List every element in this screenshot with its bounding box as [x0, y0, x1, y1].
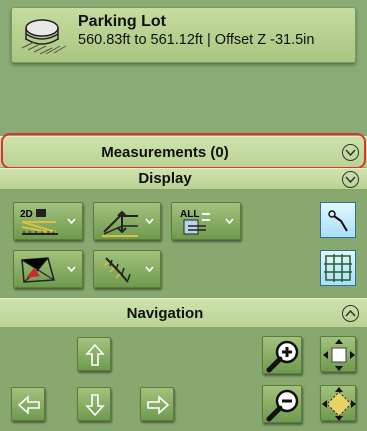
- layer-card[interactable]: Parking Lot 560.83ft to 561.12ft | Offse…: [11, 7, 356, 63]
- arrow-left-icon: [17, 395, 40, 415]
- arrow-down-icon: [85, 394, 105, 417]
- dropdown-caret-icon: [67, 266, 76, 272]
- zoom-out-icon: [266, 389, 299, 422]
- breakline-icon: [103, 257, 131, 283]
- rotate-view-button[interactable]: [320, 385, 356, 421]
- 2d-linework-tool-button[interactable]: 2D: [13, 202, 83, 240]
- navigation-section-header[interactable]: Navigation: [0, 298, 367, 328]
- fit-extents-button[interactable]: [320, 336, 356, 372]
- chevron-up-icon[interactable]: [342, 305, 359, 322]
- grid-icon: [324, 254, 352, 282]
- navigation-panel: [0, 329, 367, 431]
- breakline-tool-button[interactable]: [93, 250, 161, 288]
- display-title: Display: [138, 170, 192, 187]
- surface-layers-icon: [21, 19, 67, 55]
- dropdown-caret-icon: [225, 218, 234, 224]
- icon-2d-label: 2D: [20, 209, 33, 220]
- pin-measure-icon: [328, 210, 348, 232]
- 2d-linework-icon: 2D: [20, 209, 58, 235]
- chevron-down-icon[interactable]: [342, 144, 359, 161]
- display-section-header[interactable]: Display: [0, 168, 367, 190]
- arrow-right-icon: [147, 395, 170, 415]
- zoom-out-button[interactable]: [262, 385, 302, 423]
- zoom-in-icon: [266, 340, 299, 373]
- navigation-title: Navigation: [126, 305, 204, 322]
- icon-all-label: ALL: [180, 209, 199, 220]
- measurements-title: Measurements (0): [101, 144, 229, 161]
- layer-elevation-range: 560.83ft to 561.12ft | Offset Z -31.5in: [78, 32, 315, 48]
- triangle-mesh-tool-button[interactable]: [13, 250, 83, 288]
- dropdown-caret-icon: [145, 218, 154, 224]
- all-layers-icon: ALL: [180, 209, 210, 235]
- pin-measure-toggle[interactable]: [320, 202, 356, 238]
- elevation-offset-tool-button[interactable]: [93, 202, 161, 240]
- dropdown-caret-icon: [145, 266, 154, 272]
- dropdown-caret-icon: [67, 218, 76, 224]
- display-panel: 2D ALL: [0, 191, 367, 297]
- elevation-offset-icon: [102, 210, 138, 237]
- layer-panel: Parking Lot 560.83ft to 561.12ft | Offse…: [0, 0, 367, 134]
- pan-left-button[interactable]: [11, 387, 45, 421]
- arrow-up-icon: [85, 343, 105, 366]
- triangle-mesh-icon: [21, 257, 55, 283]
- pan-right-button[interactable]: [140, 387, 174, 421]
- rotate-view-icon: [322, 387, 356, 421]
- grid-toggle[interactable]: [320, 250, 356, 286]
- chevron-down-icon[interactable]: [342, 171, 359, 188]
- pan-down-button[interactable]: [77, 387, 111, 421]
- all-layers-tool-button[interactable]: ALL: [171, 202, 241, 240]
- zoom-in-button[interactable]: [262, 336, 302, 374]
- fit-extents-icon: [323, 339, 355, 371]
- pan-up-button[interactable]: [77, 337, 111, 371]
- measurements-section-header[interactable]: Measurements (0): [0, 136, 367, 168]
- layer-name: Parking Lot: [78, 13, 167, 30]
